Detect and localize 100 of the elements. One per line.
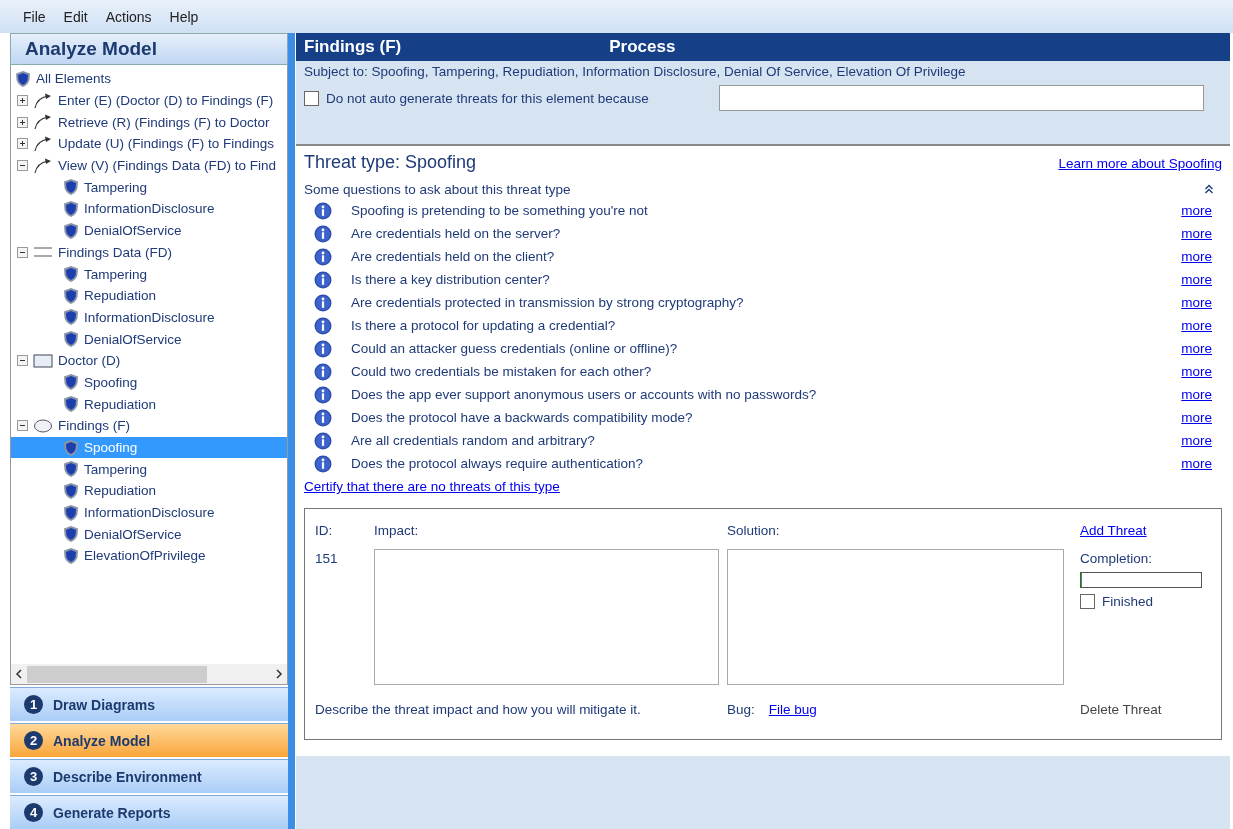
curved-arrow-icon bbox=[33, 114, 53, 131]
step-button[interactable]: 2 Analyze Model bbox=[10, 723, 288, 757]
more-link[interactable]: more bbox=[1181, 410, 1212, 425]
curved-arrow-icon bbox=[33, 92, 53, 109]
tree-item[interactable]: DenialOfService bbox=[84, 331, 182, 347]
horizontal-scrollbar[interactable] bbox=[11, 664, 287, 684]
certify-link[interactable]: Certify that there are no threats of this type bbox=[304, 479, 560, 494]
info-icon bbox=[314, 224, 332, 243]
expand-icon[interactable] bbox=[17, 95, 28, 107]
questions-heading: Some questions to ask about this threat type bbox=[304, 181, 571, 197]
tree-item[interactable]: Findings (F) bbox=[58, 418, 130, 434]
question-text: Could two credentials be mistaken for each other? bbox=[351, 364, 652, 379]
expand-icon[interactable] bbox=[17, 138, 28, 150]
tree-item[interactable]: Retrieve (R) (Findings (F) to Doctor bbox=[58, 114, 270, 130]
collapse-chevron-icon[interactable] bbox=[1204, 184, 1214, 194]
tree-item[interactable]: Enter (E) (Doctor (D) to Findings (F) bbox=[58, 93, 274, 109]
tree-item[interactable]: Doctor (D) bbox=[58, 353, 121, 369]
shield-icon bbox=[63, 525, 79, 544]
collapse-icon[interactable] bbox=[17, 420, 28, 432]
ellipse-icon bbox=[33, 418, 53, 433]
tree-item[interactable]: All Elements bbox=[36, 71, 112, 87]
shield-icon bbox=[63, 373, 79, 392]
tree-item[interactable]: DenialOfService bbox=[84, 223, 182, 239]
more-link[interactable]: more bbox=[1181, 341, 1212, 356]
curved-arrow-icon bbox=[33, 157, 53, 174]
threat-id: 151 bbox=[315, 551, 339, 568]
collapse-icon[interactable] bbox=[17, 246, 28, 258]
more-link[interactable]: more bbox=[1181, 295, 1212, 310]
question-text: Are credentials held on the server? bbox=[351, 226, 561, 241]
threat-type-title: Threat type: Spoofing bbox=[304, 152, 477, 173]
tree-item[interactable]: DenialOfService bbox=[84, 526, 182, 542]
reason-input-field[interactable] bbox=[719, 85, 1204, 111]
shield-icon bbox=[63, 546, 79, 565]
info-icon bbox=[314, 247, 332, 266]
more-link[interactable]: more bbox=[1181, 387, 1212, 402]
file-bug-link[interactable]: File bug bbox=[768, 702, 817, 717]
completion-label: Completion: bbox=[1080, 551, 1154, 566]
element-header: Findings (F) Process bbox=[296, 33, 1230, 61]
question-text: Are credentials protected in transmission by strong cryptography? bbox=[351, 295, 744, 310]
tree-item[interactable]: Repudiation bbox=[84, 288, 157, 304]
tree-item[interactable]: Repudiation bbox=[84, 483, 157, 499]
subject-text: Subject to: Spoofing, Tampering, Repudiation, Information Disclosure, Denial Of Service, Elevation Of Privilege bbox=[304, 64, 967, 79]
shield-icon bbox=[63, 199, 79, 218]
tree-item[interactable]: InformationDisclosure bbox=[84, 505, 215, 521]
step-button[interactable]: 1 Draw Diagrams bbox=[10, 687, 288, 721]
more-link[interactable]: more bbox=[1181, 226, 1212, 241]
question-text: Are all credentials random and arbitrary? bbox=[351, 433, 595, 448]
menu-item[interactable]: Help bbox=[164, 6, 204, 27]
shield-icon bbox=[63, 178, 79, 197]
id-label: ID: bbox=[315, 523, 334, 540]
info-icon bbox=[314, 385, 332, 404]
checkbox-label: Do not auto generate threats for this element because bbox=[326, 90, 649, 106]
tree-item[interactable]: Tampering bbox=[84, 461, 148, 477]
panel-title: Analyze Model bbox=[10, 33, 288, 65]
data-store-icon bbox=[33, 246, 53, 259]
info-icon bbox=[314, 270, 332, 289]
scroll-left-icon[interactable] bbox=[15, 669, 23, 679]
step-button[interactable]: 3 Describe Environment bbox=[10, 759, 288, 793]
hint-text: Describe the threat impact and how you will mitigate it. bbox=[315, 702, 642, 717]
menu-item[interactable]: Edit bbox=[58, 6, 93, 27]
more-link[interactable]: more bbox=[1181, 272, 1212, 287]
shield-icon bbox=[63, 330, 79, 349]
menu-item[interactable]: File bbox=[18, 6, 51, 27]
collapse-icon[interactable] bbox=[17, 160, 28, 172]
learn-more-link[interactable]: Learn more about Spoofing bbox=[1058, 156, 1222, 171]
tree-item[interactable]: Tampering bbox=[84, 266, 148, 282]
info-icon bbox=[314, 339, 332, 358]
checkbox[interactable] bbox=[1080, 594, 1095, 609]
add-threat-link[interactable]: Add Threat bbox=[1080, 523, 1211, 545]
menu-item[interactable]: Actions bbox=[100, 6, 157, 27]
collapse-icon[interactable] bbox=[17, 355, 28, 367]
tree-item[interactable]: Repudiation bbox=[84, 396, 157, 412]
more-link[interactable]: more bbox=[1181, 318, 1212, 333]
question-text: Is there a protocol for updating a credential? bbox=[351, 318, 616, 333]
more-link[interactable]: more bbox=[1181, 433, 1212, 448]
shield-icon bbox=[63, 265, 79, 284]
curved-arrow-icon bbox=[33, 135, 53, 152]
impact-label: Impact: bbox=[374, 523, 420, 540]
question-text: Could an attacker guess credentials (online or offline)? bbox=[351, 341, 678, 356]
tree-item[interactable]: Findings Data (FD) bbox=[58, 244, 173, 260]
tree-item[interactable]: View (V) (Findings Data (FD) to Find bbox=[58, 158, 277, 174]
tree-item[interactable]: InformationDisclosure bbox=[84, 201, 215, 217]
tree-item[interactable]: Tampering bbox=[84, 179, 148, 195]
more-link[interactable]: more bbox=[1181, 364, 1212, 379]
shield-icon bbox=[63, 221, 79, 240]
more-link[interactable]: more bbox=[1181, 456, 1212, 471]
expand-icon[interactable] bbox=[17, 116, 28, 128]
tree-item[interactable]: InformationDisclosure bbox=[84, 309, 215, 325]
scroll-right-icon[interactable] bbox=[275, 669, 283, 679]
step-button[interactable]: 4 Generate Reports bbox=[10, 795, 288, 829]
checkbox[interactable] bbox=[304, 90, 319, 106]
tree-item[interactable]: Update (U) (Findings (F) to Findings bbox=[58, 136, 275, 152]
shield-icon bbox=[63, 460, 79, 479]
tree-item[interactable]: Spoofing bbox=[84, 374, 138, 390]
info-icon bbox=[314, 362, 332, 381]
delete-threat-button[interactable]: Delete Threat bbox=[1080, 702, 1211, 717]
info-icon bbox=[314, 293, 332, 312]
more-link[interactable]: more bbox=[1181, 203, 1212, 218]
more-link[interactable]: more bbox=[1181, 249, 1212, 264]
tree-item[interactable]: ElevationOfPrivilege bbox=[84, 548, 206, 564]
